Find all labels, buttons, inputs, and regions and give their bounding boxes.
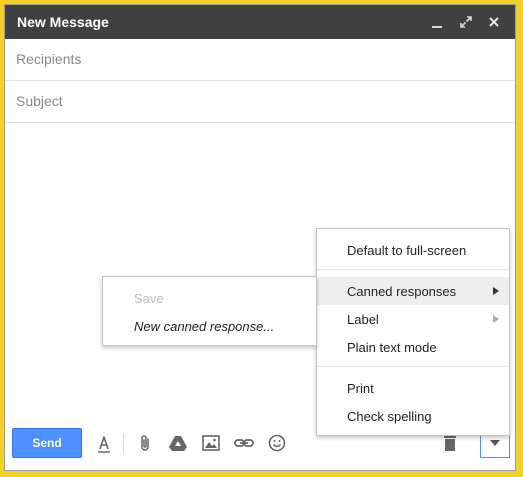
submenu-arrow-icon [493, 315, 499, 323]
photo-icon[interactable] [199, 431, 223, 455]
menu-item-print[interactable]: Print [317, 374, 509, 402]
compose-titlebar[interactable]: New Message [5, 5, 515, 39]
attach-icon[interactable] [133, 431, 157, 455]
menu-item-label: Plain text mode [347, 340, 437, 355]
menu-item-default-full-screen[interactable]: Default to full-screen [317, 236, 509, 264]
menu-item-check-spelling[interactable]: Check spelling [317, 402, 509, 430]
subject-input[interactable] [14, 92, 498, 110]
minimize-icon[interactable] [426, 11, 448, 33]
recipients-row [5, 39, 515, 81]
menu-item-label: Label [347, 312, 379, 327]
more-options-menu: Default to full-screen Canned responses … [316, 228, 510, 436]
drive-icon[interactable] [166, 431, 190, 455]
expand-icon[interactable] [455, 11, 477, 33]
submenu-item-save: Save [134, 291, 164, 306]
link-icon[interactable] [232, 431, 256, 455]
menu-item-label: Canned responses [347, 284, 457, 299]
menu-item-canned-responses[interactable]: Canned responses [317, 277, 509, 305]
more-options-icon [490, 440, 500, 446]
toolbar-divider [123, 433, 124, 453]
submenu-arrow-icon [493, 287, 499, 295]
recipients-input[interactable] [14, 50, 498, 68]
emoji-icon[interactable] [265, 431, 289, 455]
canned-responses-submenu: Save New canned response... [102, 276, 317, 346]
title-actions [424, 11, 505, 33]
send-button[interactable]: Send [12, 428, 82, 458]
subject-row [5, 81, 515, 123]
submenu-item-new-canned-response[interactable]: New canned response... [134, 319, 274, 334]
menu-item-label: Default to full-screen [347, 243, 467, 258]
close-icon[interactable] [483, 11, 505, 33]
menu-item-label: Check spelling [347, 409, 432, 424]
compose-title: New Message [17, 14, 109, 30]
menu-divider [317, 269, 509, 270]
menu-item-label-submenu[interactable]: Label [317, 305, 509, 333]
menu-item-label: Print [347, 381, 374, 396]
format-text-icon[interactable] [92, 431, 116, 455]
menu-divider [317, 366, 509, 367]
menu-item-plain-text-mode[interactable]: Plain text mode [317, 333, 509, 361]
